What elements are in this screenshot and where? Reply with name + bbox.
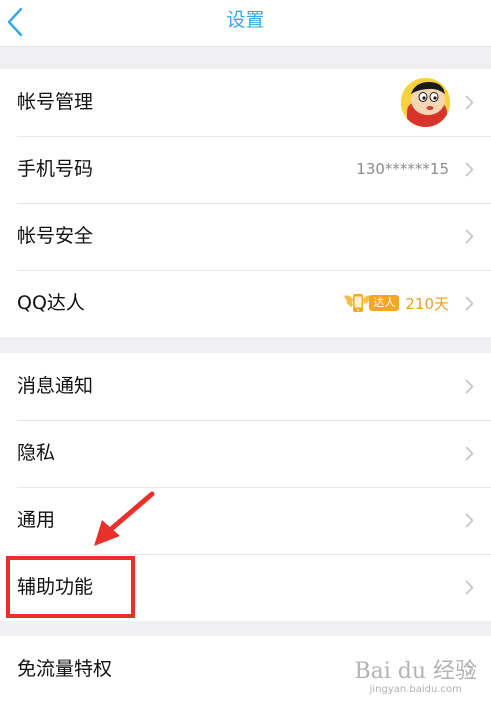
chevron-right-icon bbox=[465, 662, 474, 677]
row-privacy[interactable]: 隐私 bbox=[0, 420, 491, 487]
chevron-right-icon bbox=[465, 95, 474, 110]
row-label: 帐号安全 bbox=[17, 225, 94, 247]
chevron-right-icon bbox=[465, 513, 474, 528]
chevron-right-icon bbox=[465, 229, 474, 244]
row-label: 通用 bbox=[17, 509, 56, 531]
settings-group-extras: 免流量特权 bbox=[0, 636, 491, 703]
row-label: 辅助功能 bbox=[17, 576, 94, 598]
chevron-right-icon bbox=[465, 580, 474, 595]
nav-bar: 设置 bbox=[0, 0, 491, 47]
chevron-right-icon bbox=[465, 379, 474, 394]
avatar bbox=[401, 78, 450, 127]
row-label: 消息通知 bbox=[17, 375, 94, 397]
row-label: 隐私 bbox=[17, 442, 56, 464]
row-label: 免流量特权 bbox=[17, 658, 113, 680]
row-account-management[interactable]: 帐号管理 bbox=[0, 69, 491, 136]
talent-badge-label: 达人 bbox=[369, 295, 400, 311]
row-general[interactable]: 通用 bbox=[0, 487, 491, 554]
chevron-right-icon bbox=[465, 162, 474, 177]
row-label: 帐号管理 bbox=[17, 91, 94, 113]
row-free-data[interactable]: 免流量特权 bbox=[0, 636, 491, 703]
row-qq-talent[interactable]: QQ达人 达人 210天 bbox=[0, 270, 491, 337]
talent-badge: 达人 bbox=[343, 290, 400, 316]
phone-number-value: 130******15 bbox=[356, 160, 449, 178]
talent-info: 达人 210天 bbox=[343, 290, 449, 316]
settings-group-general: 消息通知 隐私 通用 辅助功能 bbox=[0, 353, 491, 621]
chevron-right-icon bbox=[465, 296, 474, 311]
page-title: 设置 bbox=[226, 9, 265, 31]
row-notifications[interactable]: 消息通知 bbox=[0, 353, 491, 420]
row-phone-number[interactable]: 手机号码 130******15 bbox=[0, 136, 491, 203]
row-account-security[interactable]: 帐号安全 bbox=[0, 203, 491, 270]
talent-days: 210天 bbox=[405, 294, 449, 313]
row-accessibility[interactable]: 辅助功能 bbox=[0, 554, 491, 621]
row-label: 手机号码 bbox=[17, 158, 94, 180]
settings-group-account: 帐号管理 手机号码 130******15 帐号安全 QQ达人 达人 210天 bbox=[0, 69, 491, 337]
row-label: QQ达人 bbox=[17, 292, 85, 314]
chevron-right-icon bbox=[465, 446, 474, 461]
